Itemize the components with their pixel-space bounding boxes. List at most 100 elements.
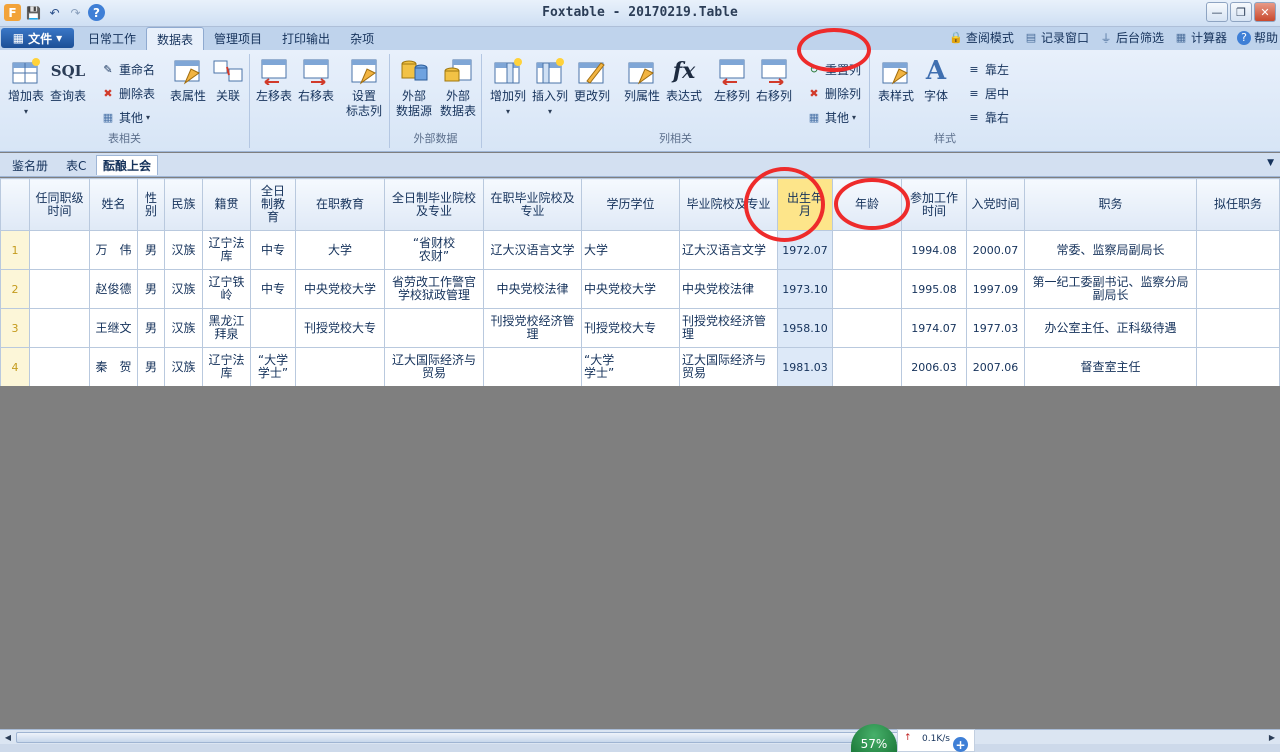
table-cell[interactable]: [1196, 269, 1280, 309]
insert-column-button[interactable]: 插入列 ▾: [528, 56, 572, 119]
column-header[interactable]: 参加工作 时间: [901, 178, 967, 231]
column-header[interactable]: 全日 制教 育: [250, 178, 296, 231]
table-cell[interactable]: 中央党校大学: [581, 269, 680, 309]
table-cell[interactable]: 男: [137, 308, 165, 348]
table-cell[interactable]: 1995.08: [901, 269, 967, 309]
column-header[interactable]: 民族: [164, 178, 203, 231]
set-flag-column-button[interactable]: 设置 标志列: [342, 56, 386, 119]
column-header[interactable]: 任同职级 时间: [29, 178, 90, 231]
move-column-left-button[interactable]: 左移列: [710, 56, 754, 104]
column-props-button[interactable]: 列属性: [620, 56, 664, 104]
table-cell[interactable]: 1972.07: [777, 230, 833, 270]
tab-misc[interactable]: 杂项: [340, 27, 384, 50]
table-cell[interactable]: [832, 308, 902, 348]
chevron-down-icon[interactable]: ▼: [1267, 158, 1274, 168]
table-cell[interactable]: 辽宁法 库: [202, 347, 251, 386]
table-cell[interactable]: [1196, 347, 1280, 386]
tab-daily-work[interactable]: 日常工作: [78, 27, 146, 50]
table-cell[interactable]: [832, 347, 902, 386]
table-cell[interactable]: [832, 230, 902, 270]
move-column-right-button[interactable]: 右移列: [752, 56, 796, 104]
table-row[interactable]: 2 赵俊德男汉族 辽宁铁 岭中专 中央党校大学 省劳改工作警官 学校狱政管理 中央党校法律…: [0, 269, 1280, 309]
table-cell[interactable]: 2006.03: [901, 347, 967, 386]
column-header[interactable]: 出生年 月: [777, 178, 833, 231]
sheet-tab-table-c[interactable]: 表C: [60, 155, 92, 175]
query-table-button[interactable]: SQL 查询表: [46, 56, 90, 104]
table-cell[interactable]: 1958.10: [777, 308, 833, 348]
table-cell[interactable]: 秦 贺: [89, 347, 138, 386]
table-cell[interactable]: 2007.06: [966, 347, 1025, 386]
table-cell[interactable]: [250, 308, 296, 348]
table-cell[interactable]: 万 伟: [89, 230, 138, 270]
tab-print-output[interactable]: 打印输出: [272, 27, 340, 50]
row-number[interactable]: 3: [0, 308, 30, 348]
table-cell[interactable]: 1997.09: [966, 269, 1025, 309]
table-cell[interactable]: 大学: [581, 230, 680, 270]
relation-button[interactable]: 关联: [206, 56, 250, 104]
table-cell[interactable]: 中专: [250, 269, 296, 309]
table-cell[interactable]: [295, 347, 385, 386]
table-cell[interactable]: 辽宁铁 岭: [202, 269, 251, 309]
column-header[interactable]: 学历学位: [581, 178, 680, 231]
restore-button[interactable]: ❐: [1230, 2, 1252, 22]
table-cell[interactable]: 辽大汉语言文学: [483, 230, 582, 270]
expression-button[interactable]: fx 表达式: [662, 56, 706, 104]
column-header[interactable]: 全日制毕业院校 及专业: [384, 178, 484, 231]
column-header[interactable]: 籍贯: [202, 178, 251, 231]
sheet-tab-roster[interactable]: 鉴名册: [6, 155, 54, 175]
scroll-right-icon[interactable]: ▶: [1265, 731, 1279, 744]
table-cell[interactable]: 汉族: [164, 230, 203, 270]
table-cell[interactable]: [832, 269, 902, 309]
scroll-thumb[interactable]: [16, 732, 951, 743]
table-cell[interactable]: “省财校 农财”: [384, 230, 484, 270]
background-filter-link[interactable]: ⏚ 后台筛选: [1099, 29, 1164, 46]
column-other-button[interactable]: ▦ 其他 ▾: [806, 106, 856, 128]
table-cell[interactable]: 赵俊德: [89, 269, 138, 309]
move-table-left-button[interactable]: 左移表: [252, 56, 296, 104]
table-cell[interactable]: 大学: [295, 230, 385, 270]
delete-table-button[interactable]: ✖ 删除表: [100, 82, 155, 104]
table-cell[interactable]: 中央党校法律: [483, 269, 582, 309]
table-cell[interactable]: 男: [137, 269, 165, 309]
table-cell[interactable]: 男: [137, 230, 165, 270]
table-cell[interactable]: 中央党校法律: [679, 269, 778, 309]
external-source-button[interactable]: 外部 数据源: [392, 56, 436, 119]
table-cell[interactable]: [29, 347, 90, 386]
table-cell[interactable]: 辽宁法 库: [202, 230, 251, 270]
table-row[interactable]: 3 王继文男汉族 黑龙江 拜泉 刊授党校大专 刊授党校经济管 理刊授党校大专 刊授党校经济…: [0, 308, 1280, 348]
table-cell[interactable]: 辽大国际经济与 贸易: [679, 347, 778, 386]
table-cell[interactable]: 刊授党校大专: [295, 308, 385, 348]
help-link[interactable]: ? 帮助: [1236, 29, 1278, 46]
table-cell[interactable]: 刊授党校大专: [581, 308, 680, 348]
tab-data-table[interactable]: 数据表: [146, 27, 205, 50]
table-cell[interactable]: 第一纪工委副书记、监察分局 副局长: [1024, 269, 1197, 309]
table-cell[interactable]: [384, 308, 484, 348]
file-menu-button[interactable]: ▦ 文件 ▾: [1, 28, 74, 48]
column-header[interactable]: 在职毕业院校及 专业: [483, 178, 582, 231]
table-props-button[interactable]: 表属性: [166, 56, 210, 104]
calculator-link[interactable]: ▦ 计算器: [1174, 29, 1227, 46]
sheet-tab-meeting[interactable]: 酝酿上会: [96, 155, 159, 175]
table-cell[interactable]: [483, 347, 582, 386]
align-left-button[interactable]: ≡ 靠左: [966, 58, 1009, 80]
external-table-button[interactable]: 外部 数据表: [436, 56, 480, 119]
table-cell[interactable]: 男: [137, 347, 165, 386]
minimize-button[interactable]: —: [1206, 2, 1228, 22]
plus-icon[interactable]: +: [953, 737, 968, 752]
table-cell[interactable]: [1196, 230, 1280, 270]
change-column-button[interactable]: 更改列: [570, 56, 614, 104]
column-header[interactable]: 入党时间: [966, 178, 1025, 231]
table-cell[interactable]: 1981.03: [777, 347, 833, 386]
row-number[interactable]: 1: [0, 230, 30, 270]
table-cell[interactable]: 刊授党校经济管 理: [483, 308, 582, 348]
table-cell[interactable]: 常委、监察局副局长: [1024, 230, 1197, 270]
tab-manage-project[interactable]: 管理项目: [204, 27, 272, 50]
horizontal-scrollbar[interactable]: ◀ ▶: [0, 729, 1280, 744]
table-cell[interactable]: 黑龙江 拜泉: [202, 308, 251, 348]
table-cell[interactable]: 中央党校大学: [295, 269, 385, 309]
table-cell[interactable]: 1974.07: [901, 308, 967, 348]
column-header[interactable]: 年龄: [832, 178, 902, 231]
table-cell[interactable]: [1196, 308, 1280, 348]
read-mode-link[interactable]: 🔒 查阅模式: [949, 29, 1014, 46]
table-cell[interactable]: 督查室主任: [1024, 347, 1197, 386]
